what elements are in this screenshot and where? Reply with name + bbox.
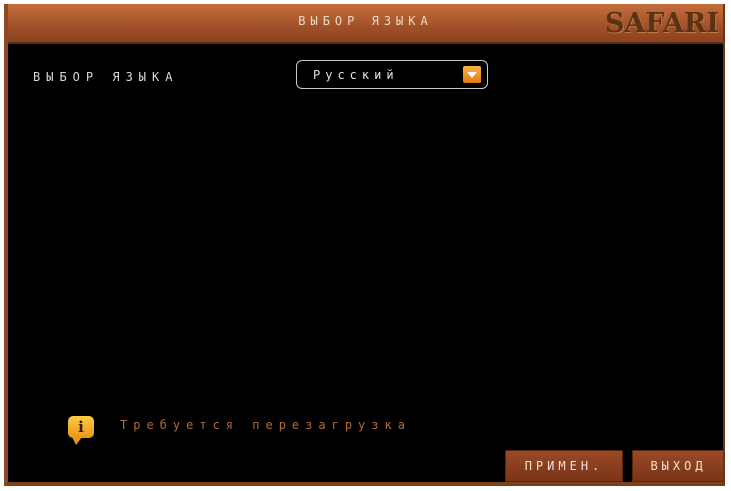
info-icon: i bbox=[68, 416, 94, 445]
exit-button[interactable]: ВЫХОД bbox=[632, 450, 723, 482]
info-icon-glyph: i bbox=[78, 418, 84, 436]
brand-logo: SAFARI bbox=[604, 8, 719, 39]
reboot-notice: Требуется перезагрузка bbox=[120, 418, 411, 432]
language-label: ВЫБОР ЯЗЫКА bbox=[33, 70, 179, 84]
language-select[interactable]: Русский bbox=[296, 60, 488, 89]
language-select-value: Русский bbox=[313, 68, 399, 82]
apply-button[interactable]: ПРИМЕН. bbox=[505, 450, 623, 482]
language-dialog: ВЫБОР ЯЗЫКА SAFARI ВЫБОР ЯЗЫКА Русский i… bbox=[4, 4, 725, 486]
title-bar: ВЫБОР ЯЗЫКА SAFARI bbox=[8, 4, 723, 44]
chevron-down-icon[interactable] bbox=[463, 66, 481, 83]
